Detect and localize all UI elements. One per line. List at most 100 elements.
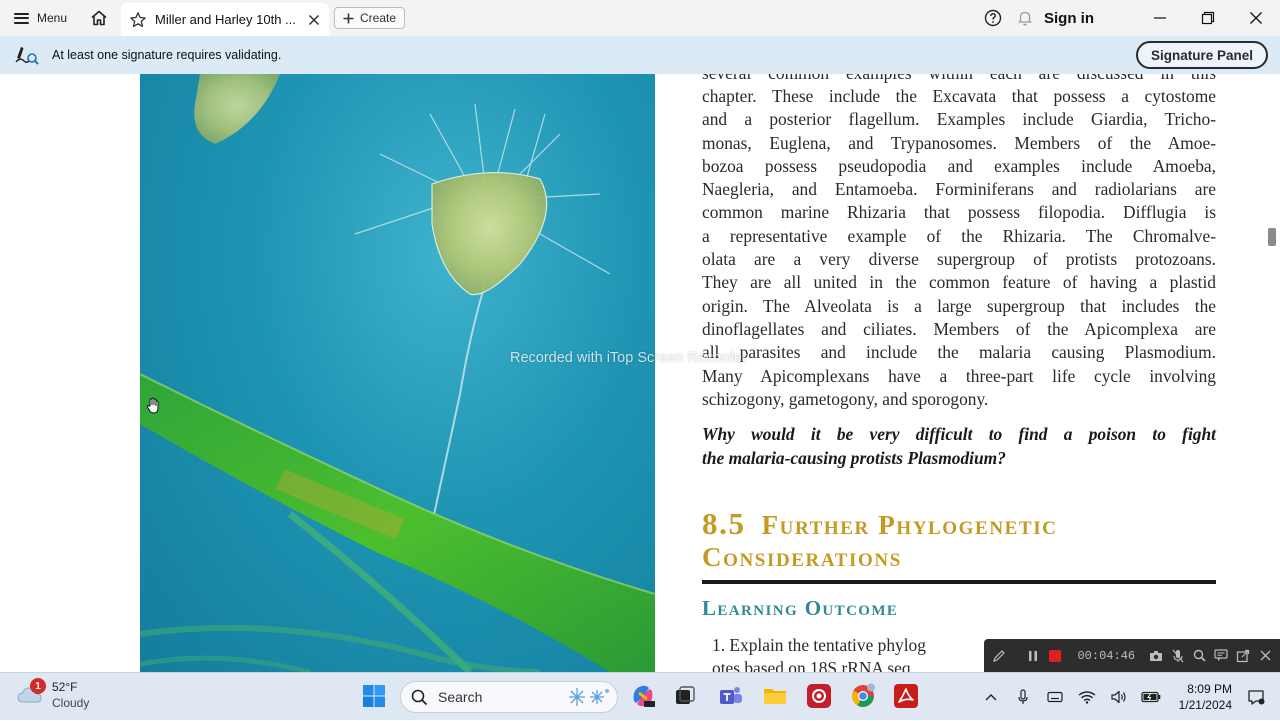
keyboard-tray-button[interactable] xyxy=(1043,685,1067,709)
question-line: Why would it be very difficult to find a… xyxy=(702,424,1216,444)
body-line: Many Apicomplexans have a three-part lif… xyxy=(702,366,1216,386)
outcome-line: otes based on 18S rRNA seq xyxy=(712,658,911,672)
close-recorder-button[interactable] xyxy=(1256,646,1274,666)
tab-title: Miller and Harley 10th ... xyxy=(155,12,296,27)
title-bar: Menu Miller and Harley 10th ... Create S… xyxy=(0,0,1280,36)
copilot-app-button[interactable] xyxy=(628,681,658,711)
microphone-button[interactable] xyxy=(1169,646,1187,666)
task-view-icon xyxy=(676,686,695,704)
body-line: monas, Euglena, and Trypanosomes. Member… xyxy=(702,133,1216,153)
sign-in-button[interactable]: Sign in xyxy=(1044,10,1094,27)
microphone-tray-button[interactable] xyxy=(1011,685,1035,709)
home-button[interactable] xyxy=(81,0,117,36)
file-explorer-button[interactable] xyxy=(760,681,790,711)
weather-description: Cloudy xyxy=(52,696,90,710)
question-line: the malaria-causing protists Plasmodium? xyxy=(702,448,1006,468)
camera-icon xyxy=(1150,650,1162,661)
menu-label: Menu xyxy=(37,11,68,25)
copilot-icon xyxy=(633,685,655,707)
body-line: origin. The Alveolata is a large supergr… xyxy=(702,296,1216,316)
clock-time: 8:09 PM xyxy=(1187,682,1232,696)
keyboard-icon xyxy=(1047,691,1063,703)
windows-taskbar: 1 52°F Cloudy Search 8:09 PM 1/21/2024 xyxy=(0,672,1280,720)
clock[interactable]: 8:09 PM 1/21/2024 xyxy=(1179,681,1232,713)
section-heading: 8.5 Further Phylogenetic xyxy=(702,506,1058,542)
body-line: a representative example of the Rhizaria… xyxy=(702,226,1216,246)
notification-count-badge: 1 xyxy=(30,678,46,694)
signature-message: At least one signature requires validati… xyxy=(52,48,282,62)
restore-icon xyxy=(1201,11,1215,25)
screen-recorder-app-button[interactable] xyxy=(804,681,834,711)
taskbar-search-box[interactable]: Search xyxy=(400,681,618,713)
body-line: dinoflagellates and ciliates. Members of… xyxy=(702,319,1216,339)
windows-logo-icon xyxy=(363,685,385,707)
magnifier-icon xyxy=(1193,649,1206,662)
snowflake-decoration-icon xyxy=(569,688,609,706)
close-tab-icon[interactable] xyxy=(307,13,321,27)
pen-button[interactable] xyxy=(990,646,1008,666)
stop-record-button[interactable] xyxy=(1046,646,1064,666)
battery-button[interactable] xyxy=(1139,685,1163,709)
screen-recorder-toolbar: 00:04:46 xyxy=(984,639,1280,672)
hand-cursor-icon xyxy=(146,397,159,414)
pause-button[interactable] xyxy=(1024,646,1042,666)
home-icon xyxy=(91,10,107,26)
microphone-muted-icon xyxy=(1172,649,1184,662)
speaker-icon xyxy=(1111,690,1126,704)
minimize-icon xyxy=(1154,17,1166,19)
menu-button[interactable]: Menu xyxy=(0,0,81,36)
hamburger-icon xyxy=(14,12,29,24)
weather-temperature: 52°F xyxy=(52,680,78,694)
signature-panel-button[interactable]: Signature Panel xyxy=(1135,41,1268,69)
body-line: Naegleria, and Entamoeba. Forminiferans … xyxy=(702,179,1216,199)
minimize-button[interactable] xyxy=(1136,0,1184,36)
section-number: 8.5 xyxy=(702,506,746,541)
body-line: schizogony, gametogony, and sporogony. xyxy=(702,389,989,409)
outcome-line: 1. Explain the tentative phylog xyxy=(712,635,926,655)
vertical-scrollbar-thumb[interactable] xyxy=(1268,228,1276,246)
start-button[interactable] xyxy=(359,681,389,711)
document-viewport[interactable]: several common examples within each are … xyxy=(0,74,1280,672)
export-button[interactable] xyxy=(1234,646,1252,666)
restore-button[interactable] xyxy=(1184,0,1232,36)
search-placeholder: Search xyxy=(438,689,483,705)
chevron-up-icon xyxy=(985,694,997,701)
pen-icon xyxy=(992,649,1005,662)
task-view-button[interactable] xyxy=(670,681,700,711)
plus-icon xyxy=(343,13,354,23)
teams-app-button[interactable] xyxy=(716,681,746,711)
teams-icon xyxy=(720,687,742,704)
wifi-icon xyxy=(1078,691,1096,704)
zoom-button[interactable] xyxy=(1191,646,1209,666)
close-window-button[interactable] xyxy=(1232,0,1280,36)
create-button[interactable]: Create xyxy=(334,7,406,29)
show-hidden-icons-button[interactable] xyxy=(979,685,1003,709)
chrome-app-button[interactable] xyxy=(848,681,878,711)
body-line: olata are a very diverse supergroup of p… xyxy=(702,249,1216,269)
document-tab[interactable]: Miller and Harley 10th ... xyxy=(121,3,329,36)
body-line: They are all united in the common featur… xyxy=(702,272,1216,292)
notification-center-button[interactable] xyxy=(1244,685,1268,709)
body-line: all parasites and include the malaria ca… xyxy=(702,342,1216,362)
body-line: and a posterior flagellum. Examples incl… xyxy=(702,109,1216,129)
section-divider xyxy=(702,580,1216,584)
recorder-app-icon xyxy=(807,684,831,708)
section-title-line-1: Further Phylogenetic xyxy=(761,510,1058,540)
comment-icon xyxy=(1214,649,1229,661)
recorder-watermark: Recorded with iTop Screen Recorder xyxy=(510,350,747,366)
titlebar-right: Sign in xyxy=(984,0,1280,36)
acrobat-icon xyxy=(894,684,918,708)
weather-widget[interactable]: 1 52°F Cloudy xyxy=(16,678,90,711)
notification-bell-icon[interactable] xyxy=(1016,9,1034,27)
screenshot-button[interactable] xyxy=(1147,646,1165,666)
body-line: several common examples within each are … xyxy=(702,74,1216,85)
annotation-button[interactable] xyxy=(1213,646,1231,666)
help-icon[interactable] xyxy=(984,9,1002,27)
system-tray: 8:09 PM 1/21/2024 xyxy=(975,673,1280,721)
star-icon[interactable] xyxy=(129,11,147,29)
wifi-button[interactable] xyxy=(1075,685,1099,709)
volume-button[interactable] xyxy=(1107,685,1131,709)
body-line: bozoa possess pseudopodia and examples i… xyxy=(702,156,1216,176)
folder-icon xyxy=(764,689,786,704)
acrobat-app-button[interactable] xyxy=(891,681,921,711)
